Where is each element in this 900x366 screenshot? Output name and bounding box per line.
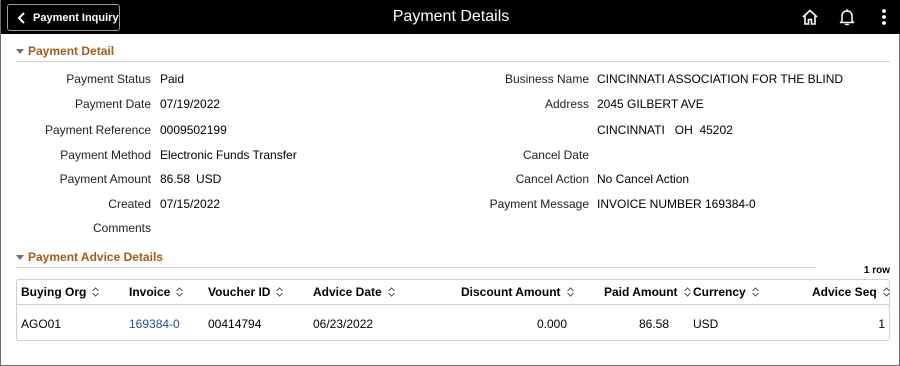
header-bar: Payment Inquiry Payment Details bbox=[1, 0, 900, 34]
address-label: Address bbox=[544, 97, 589, 111]
sort-icon bbox=[176, 287, 184, 297]
address-line1-value: 2045 GILBERT AVE bbox=[597, 97, 704, 111]
payment-date-label: Payment Date bbox=[74, 97, 151, 111]
payment-amount-currency: USD bbox=[196, 172, 222, 186]
col-header-paid-amount[interactable]: Paid Amount bbox=[604, 280, 692, 305]
page-title: Payment Details bbox=[392, 8, 510, 25]
more-vertical-icon[interactable] bbox=[875, 8, 893, 26]
col-header-discount-amount[interactable]: Discount Amount bbox=[461, 280, 575, 305]
payment-reference-label: Payment Reference bbox=[44, 123, 151, 137]
cell-advice-date: 06/23/2022 bbox=[313, 317, 374, 331]
cell-discount-amount: 0.000 bbox=[536, 317, 567, 331]
cancel-date-label: Cancel Date bbox=[522, 148, 589, 162]
payment-amount-value: 86.58 bbox=[160, 172, 191, 186]
payment-message-label: Payment Message bbox=[489, 197, 589, 211]
col-header-voucher-id[interactable]: Voucher ID bbox=[208, 280, 284, 305]
sort-icon bbox=[387, 287, 395, 297]
payment-message-value: INVOICE NUMBER 169384-0 bbox=[597, 197, 756, 211]
sort-icon bbox=[751, 287, 759, 297]
payment-status-value: Paid bbox=[160, 72, 185, 86]
page-frame: Payment Inquiry Payment Details Payment … bbox=[0, 0, 900, 366]
created-value: 07/15/2022 bbox=[160, 197, 221, 211]
cell-voucher-id: 00414794 bbox=[208, 317, 262, 331]
cell-currency: USD bbox=[693, 317, 719, 331]
created-label: Created bbox=[108, 197, 151, 211]
col-header-currency[interactable]: Currency bbox=[693, 280, 760, 305]
business-name-value: CINCINNATI ASSOCIATION FOR THE BLIND bbox=[597, 72, 844, 86]
home-icon[interactable] bbox=[801, 8, 819, 26]
payment-method-value: Electronic Funds Transfer bbox=[160, 148, 297, 162]
chevron-left-icon bbox=[17, 11, 25, 24]
sort-icon bbox=[683, 287, 691, 297]
bell-icon[interactable] bbox=[838, 8, 856, 26]
payment-detail-section-header[interactable]: Payment Detail bbox=[16, 42, 114, 60]
payment-method-label: Payment Method bbox=[60, 148, 151, 162]
col-header-advice-date[interactable]: Advice Date bbox=[313, 280, 396, 305]
cell-advice-seq: 1 bbox=[878, 317, 885, 331]
col-header-advice-seq[interactable]: Advice Seq bbox=[812, 280, 891, 305]
grid-header-row: Buying Org Invoice Voucher ID Advice Dat… bbox=[17, 280, 891, 305]
row-count: 1 row bbox=[863, 265, 890, 276]
section-divider bbox=[16, 267, 816, 268]
cancel-action-value: No Cancel Action bbox=[597, 172, 690, 186]
advice-grid: Buying Org Invoice Voucher ID Advice Dat… bbox=[16, 279, 890, 341]
back-button[interactable]: Payment Inquiry bbox=[7, 4, 120, 31]
collapse-triangle-icon bbox=[16, 48, 24, 54]
address-line2-value: CINCINNATI OH 45202 bbox=[597, 123, 733, 137]
cell-paid-amount: 86.58 bbox=[638, 317, 669, 331]
col-header-invoice[interactable]: Invoice bbox=[129, 280, 184, 305]
sort-icon bbox=[276, 287, 284, 297]
comments-label: Comments bbox=[92, 221, 151, 235]
sort-icon bbox=[92, 287, 100, 297]
collapse-triangle-icon bbox=[16, 254, 24, 260]
section-divider bbox=[16, 61, 890, 62]
payment-advice-title: Payment Advice Details bbox=[28, 250, 163, 264]
payment-status-label: Payment Status bbox=[66, 72, 151, 86]
payment-amount-label: Payment Amount bbox=[59, 172, 151, 186]
back-button-label: Payment Inquiry bbox=[33, 11, 119, 24]
payment-reference-value: 0009502199 bbox=[160, 123, 227, 137]
invoice-link[interactable]: 169384-0 bbox=[129, 317, 180, 331]
business-name-label: Business Name bbox=[504, 72, 589, 86]
sort-icon bbox=[566, 287, 574, 297]
col-header-buying-org[interactable]: Buying Org bbox=[21, 280, 100, 305]
cancel-action-label: Cancel Action bbox=[515, 172, 589, 186]
payment-date-value: 07/19/2022 bbox=[160, 97, 221, 111]
payment-advice-section-header[interactable]: Payment Advice Details bbox=[16, 248, 163, 266]
cell-buying-org: AGO01 bbox=[21, 317, 62, 331]
payment-detail-title: Payment Detail bbox=[28, 44, 115, 58]
sort-icon bbox=[882, 287, 890, 297]
